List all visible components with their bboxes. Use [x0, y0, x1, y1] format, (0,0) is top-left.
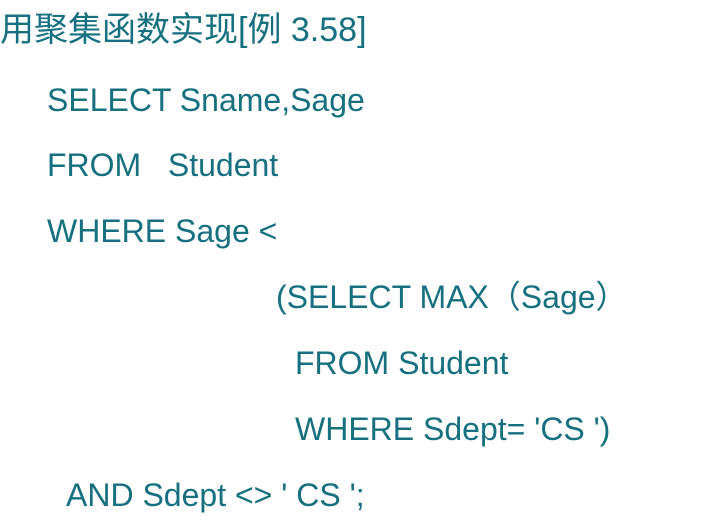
title-prefix: 用聚集函数实现 — [0, 10, 238, 50]
sql-subquery-where-line: WHERE Sdept= 'CS ') — [295, 411, 611, 447]
sql-subquery-from-line: FROM Student — [295, 345, 509, 381]
sql-subquery-select-line: (SELECT MAX（Sage） — [276, 279, 628, 315]
title-example-number: [例 3.58] — [238, 11, 367, 49]
sql-where-line: WHERE Sage < — [47, 213, 278, 249]
slide: 用聚集函数实现[例 3.58] SELECT Sname,Sage FROM S… — [0, 0, 714, 526]
slide-title: 用聚集函数实现[例 3.58] — [0, 8, 367, 52]
sql-and-condition-line: AND Sdept <> ' CS '; — [66, 477, 365, 513]
sql-select-line: SELECT Sname,Sage — [47, 82, 365, 118]
sql-from-line: FROM Student — [47, 147, 279, 183]
